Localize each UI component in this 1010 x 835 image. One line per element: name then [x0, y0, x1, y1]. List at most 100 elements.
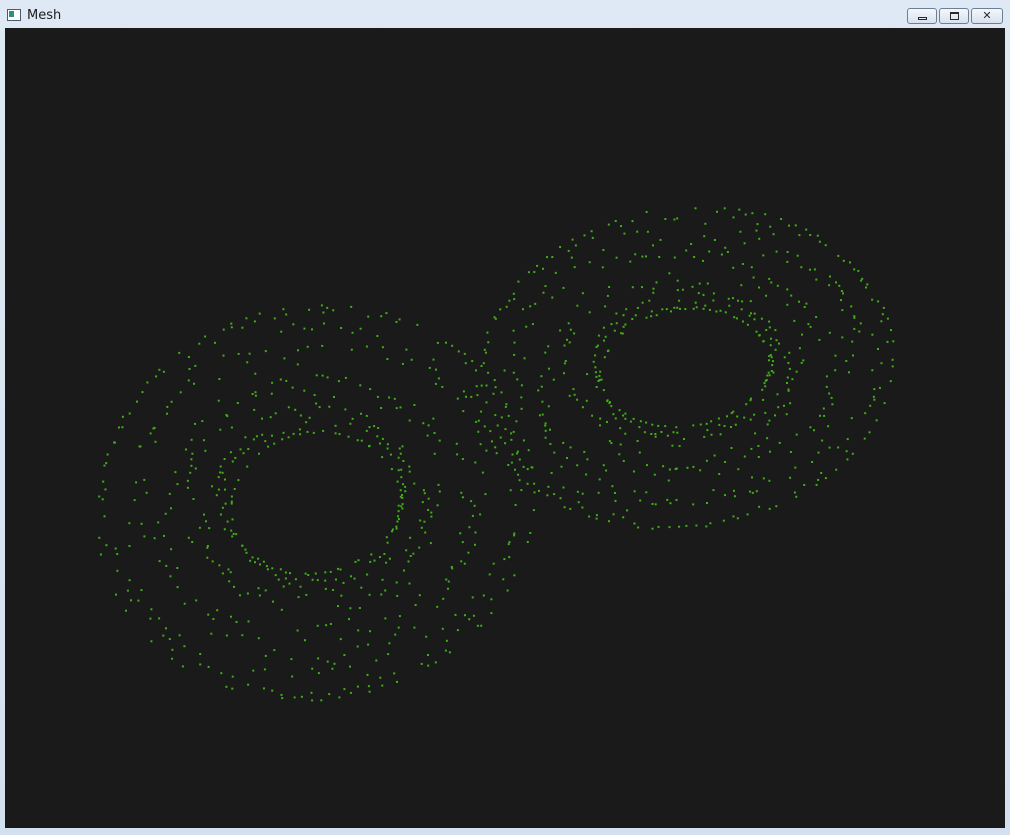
mesh-vertex-point [233, 488, 236, 490]
mesh-vertex-point [831, 403, 834, 406]
mesh-vertex-point [736, 517, 739, 520]
title-bar[interactable]: Mesh ✕ [0, 0, 1010, 28]
mesh-vertex-point [564, 360, 567, 362]
mesh-vertex-point [464, 362, 467, 365]
mesh-vertex-point [750, 312, 752, 315]
mesh-vertex-point [220, 672, 223, 675]
mesh-vertex-point [515, 420, 518, 423]
mesh-vertex-point [395, 581, 398, 584]
mesh-vertex-point [381, 346, 384, 349]
mesh-vertex-point [608, 440, 611, 443]
mesh-vertex-point [368, 426, 371, 429]
mesh-vertex-point [606, 400, 609, 403]
mesh-vertex-point [786, 382, 788, 384]
mesh-viewport[interactable] [5, 28, 1005, 828]
mesh-vertex-point [265, 565, 268, 568]
app-window-icon[interactable] [7, 9, 21, 21]
mesh-vertex-point [762, 398, 765, 401]
mesh-vertex-point [641, 301, 644, 304]
mesh-vertex-point [285, 313, 288, 316]
mesh-vertex-point [340, 594, 343, 597]
mesh-vertex-point [360, 439, 363, 442]
mesh-vertex-point [737, 299, 739, 302]
mesh-vertex-point [676, 306, 679, 309]
mesh-vertex-point [749, 300, 752, 303]
mesh-vertex-point [562, 486, 565, 489]
mesh-vertex-point [252, 438, 255, 441]
mesh-vertex-point [675, 426, 678, 429]
mesh-vertex-point [178, 351, 181, 354]
mesh-vertex-point [768, 479, 771, 482]
mesh-vertex-point [207, 613, 210, 616]
mesh-vertex-point [219, 465, 222, 468]
close-button[interactable]: ✕ [971, 8, 1003, 24]
mesh-vertex-point [354, 560, 357, 563]
mesh-vertex-point [461, 458, 464, 460]
mesh-vertex-point [316, 579, 319, 582]
mesh-vertex-point [334, 432, 337, 435]
mesh-vertex-point [349, 665, 351, 668]
mesh-vertex-point [401, 445, 404, 448]
mesh-vertex-point [599, 370, 602, 373]
mesh-vertex-point [333, 662, 336, 665]
mesh-vertex-point [631, 220, 634, 223]
mesh-vertex-point [673, 256, 676, 259]
mesh-vertex-point [629, 420, 632, 423]
mesh-vertex-point [254, 561, 256, 564]
mesh-vertex-point [471, 514, 474, 517]
mesh-vertex-point [266, 568, 269, 571]
mesh-vertex-point [395, 407, 398, 410]
mesh-vertex-point [698, 282, 701, 285]
mesh-vertex-point [549, 428, 551, 431]
mesh-vertex-point [249, 559, 252, 562]
mesh-vertex-point [475, 420, 478, 423]
mesh-vertex-point [679, 307, 681, 310]
mesh-vertex-point [746, 513, 749, 516]
mesh-vertex-point [217, 488, 220, 491]
mesh-vertex-point [641, 286, 643, 289]
mesh-vertex-point [522, 439, 525, 442]
mesh-vertex-point [351, 331, 354, 334]
mesh-vertex-point [595, 517, 598, 520]
minimize-button[interactable] [907, 8, 937, 24]
mesh-vertex-point [783, 356, 786, 359]
mesh-vertex-point [508, 556, 511, 559]
mesh-vertex-point [544, 436, 547, 439]
mesh-vertex-point [199, 653, 202, 655]
mesh-vertex-point [485, 449, 488, 452]
mesh-vertex-point [367, 685, 370, 688]
mesh-vertex-point [399, 452, 402, 455]
mesh-vertex-point [815, 483, 818, 486]
mesh-vertex-point [842, 292, 844, 295]
mesh-vertex-point [178, 634, 181, 637]
mesh-vertex-point [638, 426, 641, 429]
mesh-vertex-point [233, 585, 235, 588]
mesh-vertex-point [282, 308, 285, 311]
mesh-vertex-point [356, 645, 359, 648]
mesh-vertex-point [715, 310, 718, 313]
mesh-vertex-point [705, 422, 708, 425]
mesh-vertex-point [665, 308, 668, 311]
mesh-vertex-point [563, 344, 566, 347]
mesh-vertex-point [507, 543, 510, 546]
mesh-vertex-point [481, 471, 484, 474]
mesh-vertex-point [491, 440, 493, 443]
mesh-vertex-point [299, 433, 302, 436]
mesh-vertex-point [269, 416, 272, 419]
mesh-vertex-point [652, 291, 655, 294]
mesh-vertex-point [204, 449, 207, 452]
mesh-vertex-point [811, 461, 814, 463]
mesh-vertex-point [673, 218, 676, 221]
mesh-vertex-point [229, 571, 232, 574]
mesh-vertex-point [468, 618, 471, 621]
mesh-vertex-point [526, 541, 529, 543]
mesh-vertex-point [837, 446, 840, 449]
mesh-vertex-point [614, 220, 617, 222]
mesh-vertex-point [772, 233, 775, 236]
mesh-vertex-point [270, 392, 273, 395]
mesh-vertex-point [880, 362, 883, 365]
mesh-vertex-point [563, 372, 565, 375]
mesh-vertex-point [435, 368, 437, 371]
maximize-button[interactable] [939, 8, 969, 24]
mesh-vertex-point [191, 541, 194, 543]
